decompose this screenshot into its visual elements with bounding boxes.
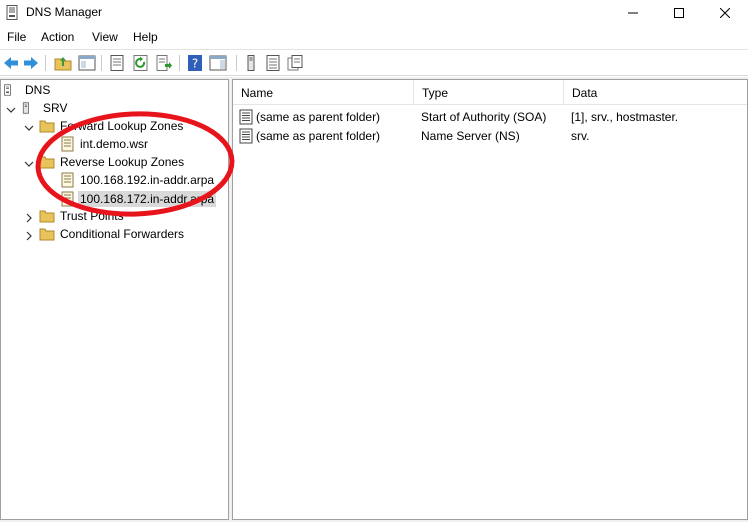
tree-node-forward-lookup-zones[interactable]: Forward Lookup Zones [39,117,185,135]
tree-node-dns[interactable]: DNS [3,81,52,99]
dns-app-icon [6,5,18,20]
close-icon [720,8,730,18]
export-list-icon[interactable] [155,54,173,72]
chevron-down-icon[interactable] [23,158,35,170]
record-name: (same as parent folder) [256,129,381,143]
dns-root-icon [4,84,11,96]
folder-icon [39,156,55,169]
close-button[interactable] [702,0,748,26]
folder-icon [39,228,55,241]
show-hide-tree-icon[interactable] [78,54,96,72]
record-name: (same as parent folder) [256,110,381,124]
record-data: srv. [571,129,590,143]
tree-label-dns: DNS [25,83,51,97]
folder-icon [39,120,55,133]
tree-label-srv: SRV [43,101,68,115]
column-header-label: Data [572,85,598,100]
tree-node-reverse-lookup-zones[interactable]: Reverse Lookup Zones [39,153,186,171]
chevron-right-icon[interactable] [23,212,35,224]
column-header-label: Name [241,85,274,100]
results-list[interactable]: Name Type Data (same as parent folder) S… [232,79,748,520]
forward-arrow-icon[interactable] [22,54,40,72]
title-bar: DNS Manager [0,0,748,26]
action-pane-icon[interactable] [209,54,227,72]
server-icon [22,102,29,114]
tree-label-trust-points: Trust Points [60,209,124,223]
chevron-down-icon[interactable] [5,104,17,116]
console-tree[interactable]: DNS SRV Forward Lookup Zones int.demo.ws… [0,79,229,520]
record-data: [1], srv., hostmaster. [571,110,679,124]
folder-icon [39,210,55,223]
menu-bar: File Action View Help [0,26,748,48]
tree-node-reverse-zone-192[interactable]: 100.168.192.in-addr.arpa [59,171,216,189]
tree-label-forward-lookup-zones: Forward Lookup Zones [60,119,184,133]
zone-file-icon [61,136,74,152]
tree-label-reverse-zone-192: 100.168.192.in-addr.arpa [80,173,215,187]
help-icon[interactable]: ? [186,54,204,72]
server-icon[interactable] [242,54,260,72]
record-name-cell: (same as parent folder) [238,128,380,144]
zone-file-icon [61,191,74,207]
tree-label-conditional-forwarders: Conditional Forwarders [60,227,185,241]
menu-view[interactable]: View [92,30,118,44]
menu-help[interactable]: Help [133,30,158,44]
chevron-right-icon[interactable] [23,230,35,242]
properties-icon[interactable] [108,54,126,72]
minimize-icon [628,12,638,14]
list-header: Name Type Data [233,80,747,105]
record-type: Name Server (NS) [421,129,520,143]
tree-label-reverse-zone-172: 100.168.172.in-addr.arpa [78,191,217,207]
tree-node-srv[interactable]: SRV [21,99,69,117]
tree-label-int-demo-wsr: int.demo.wsr [80,137,149,151]
up-folder-icon[interactable] [54,54,72,72]
record-icon [239,128,253,144]
window-title: DNS Manager [26,5,103,19]
toolbar: ? [0,49,748,76]
minimize-button[interactable] [610,0,656,26]
tree-node-trust-points[interactable]: Trust Points [39,207,126,225]
column-header-data[interactable]: Data [564,80,747,105]
record-list-icon[interactable] [264,54,282,72]
maximize-button[interactable] [656,0,702,26]
record-type: Start of Authority (SOA) [421,110,547,124]
menu-action[interactable]: Action [41,30,74,44]
refresh-icon[interactable] [132,54,150,72]
table-row[interactable]: (same as parent folder) Name Server (NS)… [233,126,747,145]
chevron-down-icon[interactable] [23,122,35,134]
record-icon [239,109,253,125]
tree-node-reverse-zone-172[interactable]: 100.168.172.in-addr.arpa [59,190,217,208]
back-arrow-icon[interactable] [2,54,20,72]
tree-node-int-demo-wsr[interactable]: int.demo.wsr [59,135,150,153]
tree-node-conditional-forwarders[interactable]: Conditional Forwarders [39,225,186,243]
tree-label-reverse-lookup-zones: Reverse Lookup Zones [60,155,185,169]
table-row[interactable]: (same as parent folder) Start of Authori… [233,107,747,126]
column-header-name[interactable]: Name [233,80,414,105]
zone-file-icon [61,172,74,188]
maximize-icon [674,8,684,18]
svg-text:?: ? [192,57,198,71]
main-content: DNS SRV Forward Lookup Zones int.demo.ws… [0,77,748,522]
column-header-label: Type [422,85,449,100]
menu-file[interactable]: File [7,30,26,44]
column-header-type[interactable]: Type [414,80,564,105]
record-name-cell: (same as parent folder) [238,109,380,125]
copy-records-icon[interactable] [286,54,304,72]
